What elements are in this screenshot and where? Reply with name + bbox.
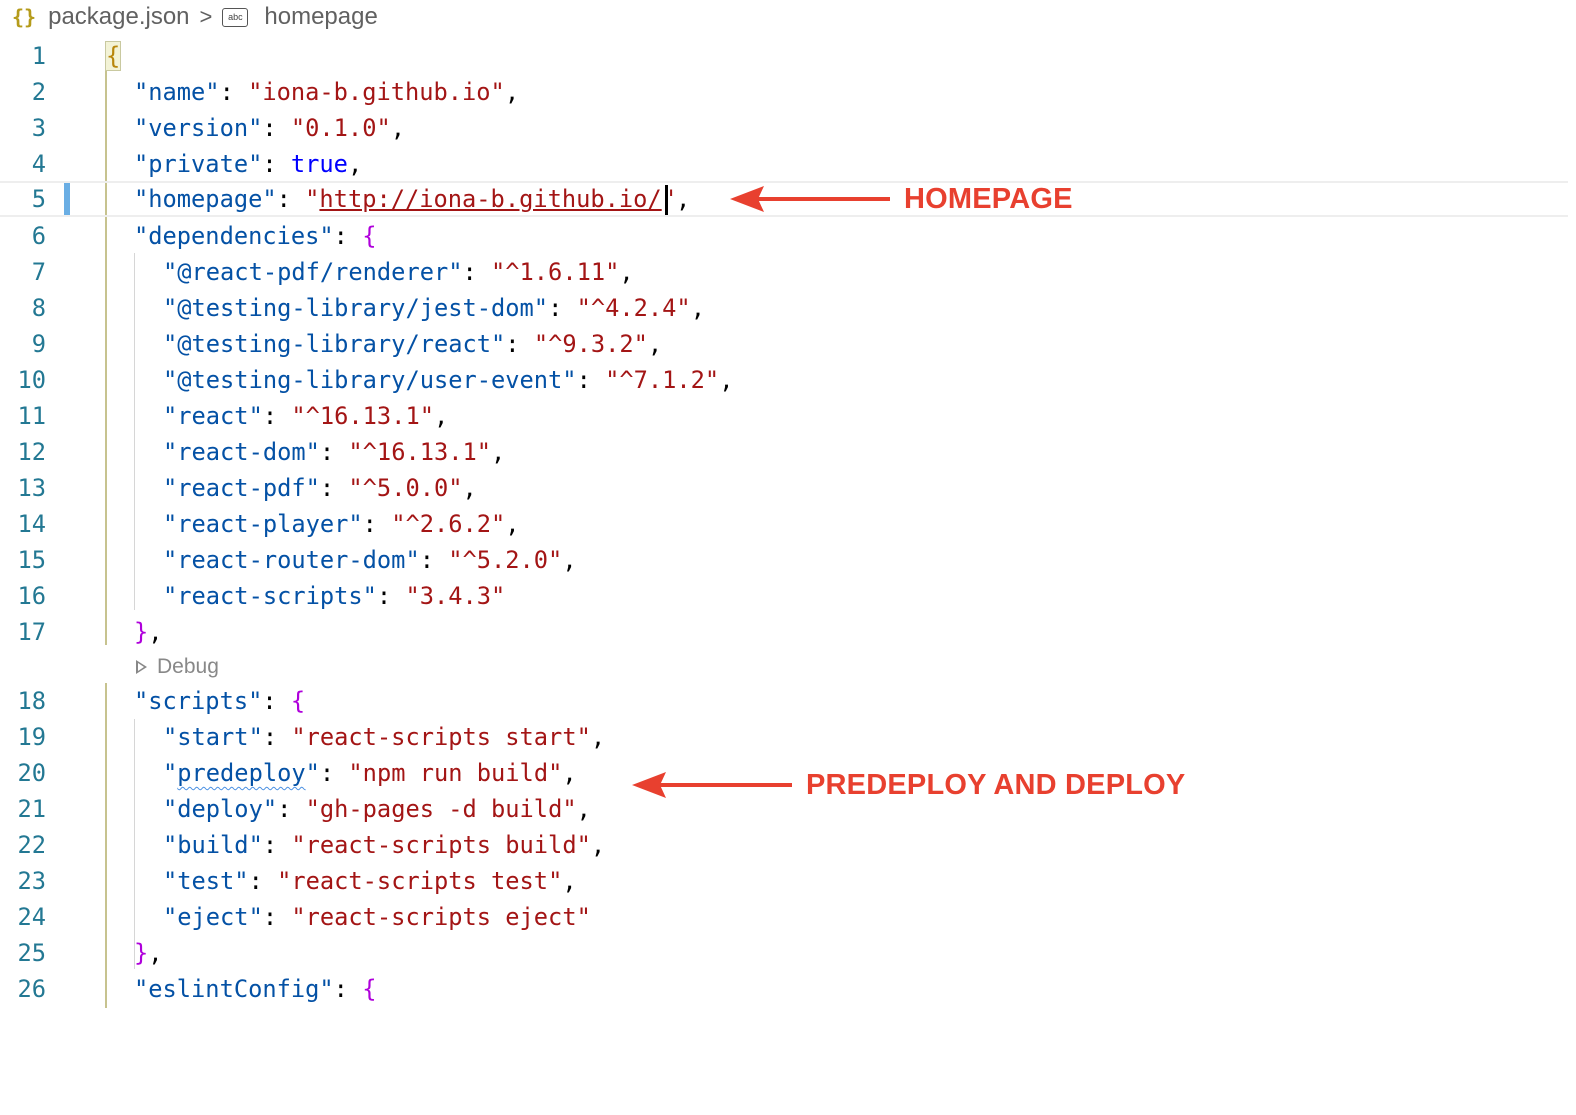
arrow-left-icon bbox=[632, 772, 792, 798]
breadcrumb-symbol[interactable]: homepage bbox=[264, 3, 377, 31]
breadcrumb: {} package.json > abc homepage bbox=[12, 0, 378, 34]
line-number: 10 bbox=[17, 366, 46, 394]
debug-label: Debug bbox=[157, 655, 219, 678]
homepage-annotation: HOMEPAGE bbox=[730, 181, 1073, 217]
predeploy-annotation: PREDEPLOY AND DEPLOY bbox=[632, 767, 1185, 803]
line-number: 11 bbox=[17, 402, 46, 430]
line-number: 2 bbox=[31, 78, 46, 106]
line-number: 23 bbox=[17, 867, 46, 895]
code-line: 1 { bbox=[0, 38, 1568, 74]
line-number: 5 bbox=[31, 185, 46, 213]
code-line: 24 "eject": "react-scripts eject" bbox=[0, 899, 1568, 935]
homepage-annotation-label: HOMEPAGE bbox=[904, 182, 1073, 215]
line-number: 21 bbox=[17, 795, 46, 823]
code-line: 22 "build": "react-scripts build", bbox=[0, 827, 1568, 863]
line-number: 12 bbox=[17, 438, 46, 466]
code-line: 2 "name": "iona-b.github.io", bbox=[0, 74, 1568, 110]
code-line: 12 "react-dom": "^16.13.1", bbox=[0, 434, 1568, 470]
code-line: 14 "react-player": "^2.6.2", bbox=[0, 506, 1568, 542]
open-brace: { bbox=[104, 41, 122, 71]
line-number: 9 bbox=[31, 330, 46, 358]
line-number: 6 bbox=[31, 222, 46, 250]
code-line: 13 "react-pdf": "^5.0.0", bbox=[0, 470, 1568, 506]
line-number: 17 bbox=[17, 618, 46, 646]
code-line: 18 "scripts": { bbox=[0, 683, 1568, 719]
code-line: 15 "react-router-dom": "^5.2.0", bbox=[0, 542, 1568, 578]
code-line: 25 }, bbox=[0, 935, 1568, 971]
code-line: 16 "react-scripts": "3.4.3" bbox=[0, 578, 1568, 614]
line-number: 18 bbox=[17, 687, 46, 715]
line-number: 20 bbox=[17, 759, 46, 787]
line-number: 13 bbox=[17, 474, 46, 502]
code-line: 17 }, bbox=[0, 614, 1568, 650]
line-number: 15 bbox=[17, 546, 46, 574]
play-icon bbox=[136, 660, 147, 674]
code-editor[interactable]: 1 { 2 "name": "iona-b.github.io", 3 "ver… bbox=[0, 38, 1576, 1008]
line-number: 8 bbox=[31, 294, 46, 322]
code-line: 10 "@testing-library/user-event": "^7.1.… bbox=[0, 362, 1568, 398]
code-line: 6 "dependencies": { bbox=[0, 218, 1568, 254]
line-number: 1 bbox=[31, 42, 46, 70]
code-line: 9 "@testing-library/react": "^9.3.2", bbox=[0, 326, 1568, 362]
code-line: 26 "eslintConfig": { bbox=[0, 971, 1568, 1007]
text-cursor bbox=[665, 185, 668, 215]
chevron-right-icon: > bbox=[199, 4, 213, 29]
code-line: 11 "react": "^16.13.1", bbox=[0, 398, 1568, 434]
arrow-left-icon bbox=[730, 186, 890, 212]
code-line: 19 "start": "react-scripts start", bbox=[0, 719, 1568, 755]
code-line: 7 "@react-pdf/renderer": "^1.6.11", bbox=[0, 254, 1568, 290]
code-line: 23 "test": "react-scripts test", bbox=[0, 863, 1568, 899]
json-file-icon: {} bbox=[12, 5, 37, 29]
debug-codelens[interactable]: Debug bbox=[136, 652, 219, 682]
breadcrumb-file[interactable]: package.json bbox=[48, 3, 189, 31]
code-line: 4 "private": true, bbox=[0, 146, 1568, 182]
line-number: 14 bbox=[17, 510, 46, 538]
line-number: 7 bbox=[31, 258, 46, 286]
line-number: 22 bbox=[17, 831, 46, 859]
spelling-squiggle[interactable]: predeploy bbox=[177, 759, 305, 787]
predeploy-annotation-label: PREDEPLOY AND DEPLOY bbox=[806, 768, 1186, 801]
line-number: 4 bbox=[31, 150, 46, 178]
line-number: 19 bbox=[17, 723, 46, 751]
string-symbol-icon: abc bbox=[222, 7, 249, 27]
line-number: 3 bbox=[31, 114, 46, 142]
line-number: 26 bbox=[17, 975, 46, 1003]
code-line: 8 "@testing-library/jest-dom": "^4.2.4", bbox=[0, 290, 1568, 326]
code-line: 3 "version": "0.1.0", bbox=[0, 110, 1568, 146]
line-number: 16 bbox=[17, 582, 46, 610]
line-number: 25 bbox=[17, 939, 46, 967]
homepage-url[interactable]: http://iona-b.github.io/ bbox=[319, 185, 661, 213]
line-number: 24 bbox=[17, 903, 46, 931]
